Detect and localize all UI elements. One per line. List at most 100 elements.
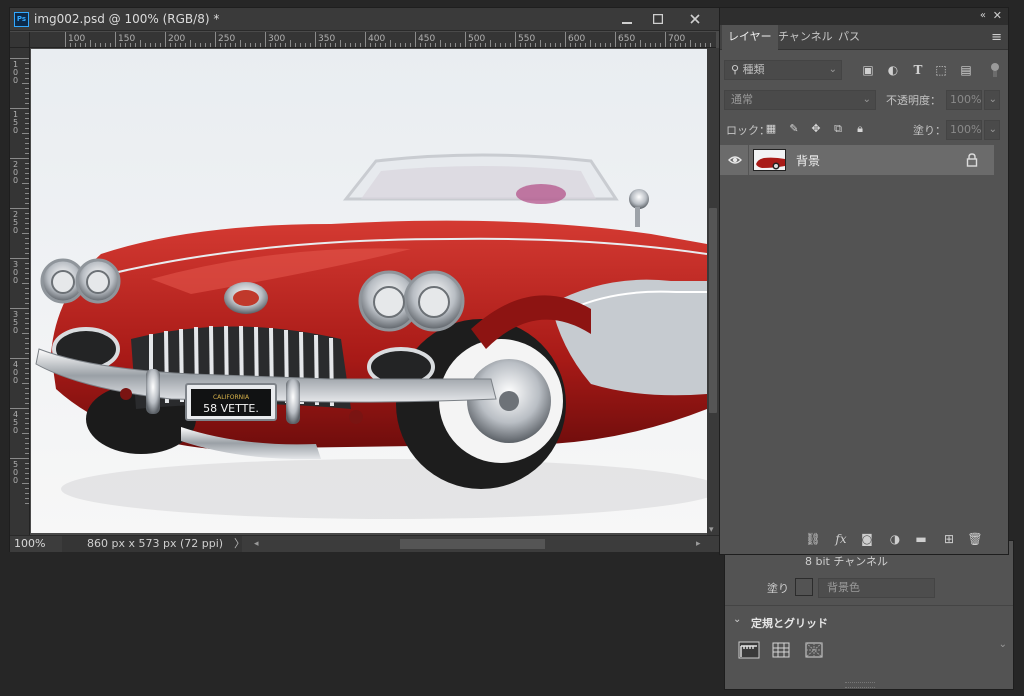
collapse-panels-icon[interactable]: «	[980, 10, 986, 21]
layer-row[interactable]: 背景	[720, 145, 994, 175]
ruler-origin[interactable]	[10, 32, 30, 48]
bit-depth-select[interactable]: 8 bit チャンネル	[805, 553, 935, 567]
ruler-major-tick	[65, 32, 66, 47]
image-filter-icon[interactable]: ▣	[860, 62, 876, 78]
opacity-field[interactable]: 100%	[946, 90, 982, 110]
fx-icon[interactable]: fx	[832, 530, 850, 548]
ruler-major-tick	[10, 108, 29, 109]
delete-icon[interactable]: 🗑︎	[966, 530, 984, 548]
fill-color-swatch[interactable]	[795, 578, 813, 596]
layer-thumbnail[interactable]	[753, 149, 786, 171]
grid-icon[interactable]	[770, 641, 792, 659]
document-tab-bar[interactable]: Ps img002.psd @ 100% (RGB/8) *	[10, 8, 719, 31]
ruler-major-tick	[365, 32, 366, 47]
ruler-major-tick	[265, 32, 266, 47]
panel-header[interactable]: « ✕	[720, 8, 1008, 25]
opacity-dropdown[interactable]: ⌄	[984, 90, 1000, 110]
ruler-minor-tick	[300, 43, 301, 47]
smart-object-filter-icon[interactable]: ▤	[958, 62, 974, 78]
ruler-major-tick	[10, 158, 29, 159]
tab-channels[interactable]: チャンネル	[772, 25, 839, 50]
type-filter-icon[interactable]: T	[910, 62, 926, 78]
document-title[interactable]: img002.psd @ 100% (RGB/8) *	[34, 12, 219, 26]
ruler-minor-tick	[455, 43, 456, 47]
panel-resize-grip[interactable]	[845, 682, 875, 688]
ruler-minor-tick	[25, 153, 29, 154]
status-menu-arrow[interactable]: 〉	[234, 536, 245, 552]
tab-paths[interactable]: パス	[832, 25, 866, 50]
close-button[interactable]	[681, 8, 709, 31]
panel-menu-icon[interactable]: ≡	[991, 30, 1002, 45]
ruler-minor-tick	[25, 268, 29, 269]
ruler-minor-tick	[25, 398, 29, 399]
layer-name[interactable]: 背景	[796, 152, 820, 169]
lock-paint-icon[interactable]: ✎	[787, 122, 801, 136]
ruler-minor-tick	[520, 43, 521, 47]
blend-mode-select[interactable]: 通常 ⌄	[724, 90, 876, 110]
filter-toggle-icon[interactable]	[990, 62, 1000, 78]
horizontal-scrollbar[interactable]: ◂ ▸	[250, 539, 705, 550]
scroll-right-icon[interactable]: ▸	[696, 539, 701, 549]
ruler-minor-tick	[670, 43, 671, 47]
layer-kind-filter[interactable]: ⚲ 種類 ⌄	[724, 60, 842, 80]
adjustment-layer-icon[interactable]: ◑	[886, 530, 904, 548]
zoom-field[interactable]: 100%	[14, 536, 60, 552]
ruler-minor-tick	[25, 118, 29, 119]
ruler-minor-tick	[400, 43, 401, 47]
lock-move-icon[interactable]: ✥	[809, 122, 823, 136]
ruler-minor-tick	[450, 43, 451, 47]
scroll-left-icon[interactable]: ◂	[254, 539, 259, 549]
ruler-icon[interactable]	[738, 641, 760, 659]
link-layers-icon[interactable]: ⛓	[804, 530, 822, 548]
ruler-minor-tick	[25, 478, 29, 479]
scroll-down-icon[interactable]: ▾	[709, 525, 714, 535]
vertical-ruler[interactable]: 100 150 200 250 300 350 400 450 500	[10, 48, 30, 535]
visibility-eye-icon[interactable]	[728, 153, 742, 167]
fill-select[interactable]: 背景色	[818, 578, 935, 598]
ruler-minor-tick	[625, 43, 626, 47]
ruler-minor-tick	[650, 43, 651, 47]
ruler-major-tick	[665, 32, 666, 47]
vertical-scrollbar[interactable]: ▾	[707, 48, 719, 535]
vertical-scroll-thumb[interactable]	[709, 208, 717, 413]
lock-all-icon[interactable]: 🔒︎	[853, 122, 867, 136]
horizontal-ruler[interactable]: 100 150 200 250 300 350 400 450 500 550 600 650 700	[30, 32, 716, 48]
fill-field[interactable]: 100%	[946, 120, 982, 140]
lock-transparent-icon[interactable]: ▦	[764, 122, 778, 136]
ruler-major-tick	[565, 32, 566, 47]
rulers-grid-section-title[interactable]: 定規とグリッド	[751, 615, 828, 631]
layer-thumbnail-image	[754, 150, 785, 170]
fill-dropdown[interactable]: ⌄	[984, 120, 1000, 140]
ruler-minor-tick	[305, 43, 306, 47]
close-panel-icon[interactable]: ✕	[993, 9, 1002, 22]
chevron-down-icon: ⌄	[988, 124, 997, 135]
adjustment-filter-icon[interactable]: ◐	[885, 62, 901, 78]
ruler-minor-tick	[25, 178, 29, 179]
horizontal-scroll-thumb[interactable]	[400, 539, 545, 549]
chevron-down-icon[interactable]: ⌄	[733, 614, 741, 625]
image-canvas[interactable]: CALIFORNIA 58 VETTE.	[31, 49, 707, 533]
mask-icon[interactable]: ◙	[858, 530, 876, 548]
layer-lock-icon[interactable]	[966, 153, 978, 167]
ruler-minor-tick	[25, 463, 29, 464]
minimize-button[interactable]	[613, 8, 641, 31]
tab-layers[interactable]: レイヤー	[722, 25, 778, 50]
ruler-minor-tick	[25, 173, 29, 174]
ruler-minor-tick	[170, 43, 171, 47]
layer-divider	[748, 145, 749, 175]
ruler-minor-tick	[685, 43, 686, 47]
guides-icon[interactable]	[803, 641, 825, 659]
group-icon[interactable]: ▬	[912, 530, 930, 548]
shape-filter-icon[interactable]: ⬚	[933, 62, 949, 78]
ruler-minor-tick	[25, 488, 29, 489]
maximize-button[interactable]	[644, 8, 672, 31]
ruler-minor-tick	[695, 43, 696, 47]
lock-artboard-icon[interactable]: ⧉	[831, 122, 845, 136]
panel-scroll-down-icon[interactable]: ⌄	[999, 639, 1007, 650]
ruler-label: 200	[13, 160, 19, 185]
ruler-minor-tick	[90, 40, 91, 47]
ruler-minor-tick	[25, 448, 29, 449]
ruler-minor-tick	[120, 43, 121, 47]
new-layer-icon[interactable]: ⊞	[940, 530, 958, 548]
ruler-minor-tick	[645, 43, 646, 47]
